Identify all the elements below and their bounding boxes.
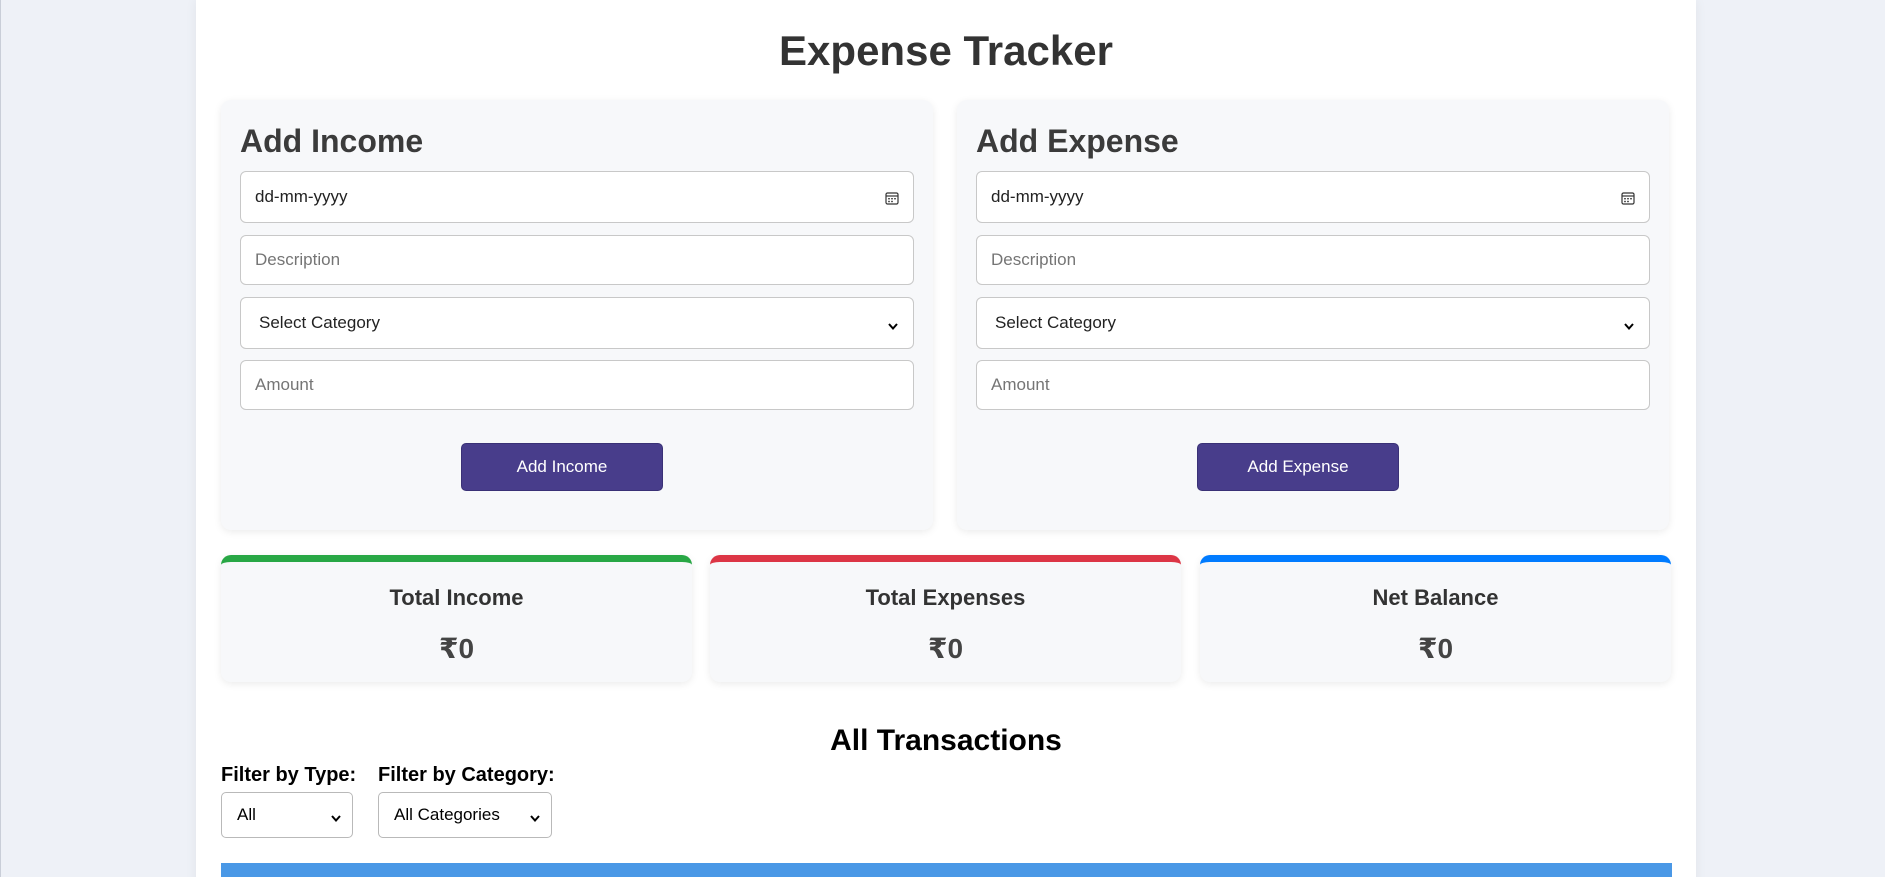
calendar-icon[interactable] — [1621, 190, 1635, 205]
income-category-selected: Select Category — [259, 313, 380, 332]
total-income-value: ₹0 — [438, 633, 475, 664]
transactions-title: All Transactions — [830, 724, 1062, 757]
total-expenses-value: ₹0 — [927, 633, 964, 664]
calendar-icon[interactable] — [885, 190, 899, 205]
expense-category-select[interactable]: Select Category — [976, 297, 1650, 349]
expense-amount-placeholder: Amount — [991, 375, 1050, 394]
viewport-edge — [0, 0, 1, 877]
expense-date-text: dd-mm-yyyy — [991, 187, 1084, 206]
page-title: Expense Tracker — [779, 27, 1113, 74]
expense-amount-input[interactable]: Amount — [976, 360, 1650, 410]
chevron-down-icon — [887, 317, 899, 331]
income-date-input[interactable]: dd-mm-yyyy — [240, 171, 914, 223]
filter-type-select[interactable]: All — [221, 792, 353, 838]
expense-description-input[interactable]: Description — [976, 235, 1650, 285]
expense-category-selected: Select Category — [995, 313, 1116, 332]
income-category-select[interactable]: Select Category — [240, 297, 914, 349]
total-expenses-label: Total Expenses — [865, 585, 1026, 610]
expense-date-input[interactable]: dd-mm-yyyy — [976, 171, 1650, 223]
filter-category-select[interactable]: All Categories — [378, 792, 552, 838]
net-balance-card: Net Balance ₹0 — [1200, 555, 1671, 682]
income-amount-input[interactable]: Amount — [240, 360, 914, 410]
chevron-down-icon — [330, 809, 342, 823]
add-income-button[interactable]: Add Income — [461, 443, 663, 491]
total-income-label: Total Income — [389, 585, 524, 610]
income-description-placeholder: Description — [255, 250, 341, 269]
expense-description-placeholder: Description — [991, 250, 1077, 269]
filter-type-selected: All — [237, 805, 256, 824]
filter-type-label: Filter by Type: — [221, 764, 357, 786]
total-income-card: Total Income ₹0 — [221, 555, 692, 682]
filter-category-selected: All Categories — [394, 805, 500, 824]
chevron-down-icon — [1623, 317, 1635, 331]
income-date-text: dd-mm-yyyy — [255, 187, 348, 206]
app-container: Expense Tracker Add Income dd-mm-yyyy De… — [196, 0, 1696, 877]
income-description-input[interactable]: Description — [240, 235, 914, 285]
filter-type-group: Filter by Type: All — [221, 763, 356, 838]
chevron-down-icon — [529, 809, 541, 823]
income-form-card: Add Income dd-mm-yyyy Description Select… — [221, 100, 933, 530]
transactions-table-header — [221, 863, 1672, 877]
income-amount-placeholder: Amount — [255, 375, 314, 394]
income-form-title: Add Income — [240, 123, 424, 159]
filter-category-group: Filter by Category: All Categories — [378, 763, 555, 838]
net-balance-value: ₹0 — [1417, 633, 1454, 664]
expense-form-card: Add Expense dd-mm-yyyy Description Selec… — [957, 100, 1669, 530]
add-expense-button[interactable]: Add Expense — [1197, 443, 1399, 491]
expense-form-title: Add Expense — [976, 123, 1179, 159]
filter-category-label: Filter by Category: — [378, 764, 555, 786]
net-balance-label: Net Balance — [1372, 585, 1499, 610]
total-expenses-card: Total Expenses ₹0 — [710, 555, 1181, 682]
